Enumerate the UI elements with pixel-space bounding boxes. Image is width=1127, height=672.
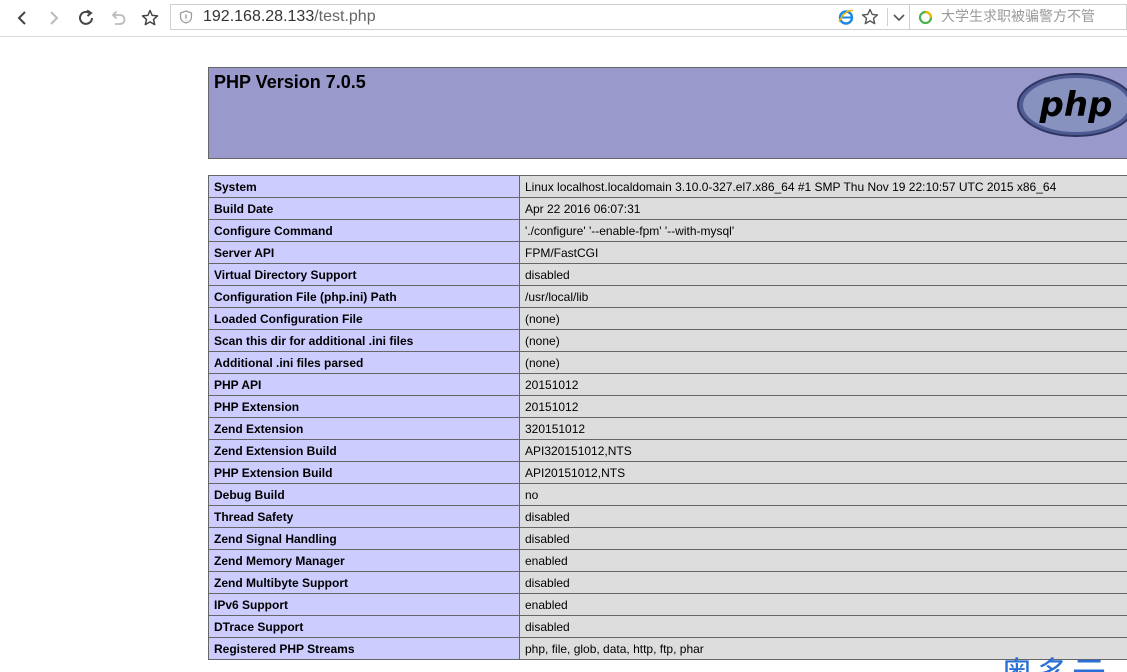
ie-compat-icon[interactable] bbox=[837, 8, 855, 26]
info-value: disabled bbox=[519, 571, 1127, 594]
info-value: disabled bbox=[519, 263, 1127, 286]
info-key: Zend Multibyte Support bbox=[208, 571, 520, 594]
table-row: Server API FPM/FastCGI bbox=[208, 241, 1127, 264]
security-shield-icon bbox=[179, 10, 193, 24]
undo-icon[interactable] bbox=[106, 6, 130, 30]
search-engine-icon bbox=[918, 10, 933, 25]
bookmark-star-icon[interactable] bbox=[138, 6, 162, 30]
table-row: Configure Command './configure' '--enable… bbox=[208, 219, 1127, 242]
info-key: Zend Extension bbox=[208, 417, 520, 440]
address-divider bbox=[887, 8, 888, 26]
info-key: PHP Extension bbox=[208, 395, 520, 418]
info-value: disabled bbox=[519, 615, 1127, 638]
info-value: API20151012,NTS bbox=[519, 461, 1127, 484]
info-value: 20151012 bbox=[519, 395, 1127, 418]
table-row: IPv6 Support enabled bbox=[208, 593, 1127, 616]
info-key: Configure Command bbox=[208, 219, 520, 242]
php-info-table: System Linux localhost.localdomain 3.10.0… bbox=[208, 175, 1127, 660]
info-key: PHP API bbox=[208, 373, 520, 396]
info-value: Linux localhost.localdomain 3.10.0-327.e… bbox=[519, 175, 1127, 198]
php-logo-text: php bbox=[1039, 85, 1113, 125]
info-value: 20151012 bbox=[519, 373, 1127, 396]
info-value: (none) bbox=[519, 307, 1127, 330]
table-row: Scan this dir for additional .ini files(… bbox=[208, 329, 1127, 352]
info-value: disabled bbox=[519, 527, 1127, 550]
info-key: Loaded Configuration File bbox=[208, 307, 520, 330]
table-row: Zend Memory Manager enabled bbox=[208, 549, 1127, 572]
info-key: Virtual Directory Support bbox=[208, 263, 520, 286]
table-row: PHP Extension 20151012 bbox=[208, 395, 1127, 418]
info-value: (none) bbox=[519, 351, 1127, 374]
table-row: PHP API 20151012 bbox=[208, 373, 1127, 396]
page-title: PHP Version 7.0.5 bbox=[214, 72, 366, 92]
info-key: System bbox=[208, 175, 520, 198]
info-value: enabled bbox=[519, 593, 1127, 616]
info-key: Zend Signal Handling bbox=[208, 527, 520, 550]
table-row: Configuration File (php.ini) Path/usr/lo… bbox=[208, 285, 1127, 308]
page-content: PHP Version 7.0.5 php System Linux localh… bbox=[0, 37, 1127, 672]
watermark: 奥多云 bbox=[1000, 655, 1108, 672]
info-value: Apr 22 2016 06:07:31 bbox=[519, 197, 1127, 220]
info-key: Thread Safety bbox=[208, 505, 520, 528]
search-input[interactable]: 大学生求职被骗警方不管 bbox=[941, 9, 1095, 25]
info-value: (none) bbox=[519, 329, 1127, 352]
info-value: disabled bbox=[519, 505, 1127, 528]
info-value: 320151012 bbox=[519, 417, 1127, 440]
back-icon[interactable] bbox=[10, 6, 34, 30]
address-bar[interactable]: 192.168.28.133/test.php bbox=[170, 4, 910, 30]
url-path: /test.php bbox=[314, 8, 376, 25]
table-row: Registered PHP Streams php, file, glob, d… bbox=[208, 637, 1127, 660]
info-value: enabled bbox=[519, 549, 1127, 572]
info-value: './configure' '--enable-fpm' '--with-mys… bbox=[519, 219, 1127, 242]
table-row: Debug Build no bbox=[208, 483, 1127, 506]
table-row: Build Date Apr 22 2016 06:07:31 bbox=[208, 197, 1127, 220]
table-row: Loaded Configuration File (none) bbox=[208, 307, 1127, 330]
php-logo: php bbox=[1017, 73, 1127, 137]
info-key: Additional .ini files parsed bbox=[208, 351, 520, 374]
table-row: Thread Safety disabled bbox=[208, 505, 1127, 528]
info-key: IPv6 Support bbox=[208, 593, 520, 616]
table-row: Additional .ini files parsed (none) bbox=[208, 351, 1127, 374]
info-key: Debug Build bbox=[208, 483, 520, 506]
table-row: DTrace Support disabled bbox=[208, 615, 1127, 638]
table-row: Zend Multibyte Support disabled bbox=[208, 571, 1127, 594]
info-key: Registered PHP Streams bbox=[208, 637, 520, 660]
info-value: API320151012,NTS bbox=[519, 439, 1127, 462]
info-key: PHP Extension Build bbox=[208, 461, 520, 484]
info-key: Scan this dir for additional .ini files bbox=[208, 329, 520, 352]
refresh-icon[interactable] bbox=[74, 6, 98, 30]
table-row: PHP Extension Build API20151012,NTS bbox=[208, 461, 1127, 484]
table-row: Virtual Directory Support disabled bbox=[208, 263, 1127, 286]
info-key: Zend Extension Build bbox=[208, 439, 520, 462]
dropdown-icon[interactable] bbox=[891, 9, 907, 25]
table-row: System Linux localhost.localdomain 3.10.0… bbox=[208, 175, 1127, 198]
search-box[interactable]: 大学生求职被骗警方不管 bbox=[910, 4, 1127, 30]
info-key: DTrace Support bbox=[208, 615, 520, 638]
url-host: 192.168.28.133 bbox=[203, 8, 315, 25]
info-key: Zend Memory Manager bbox=[208, 549, 520, 572]
favorite-star-icon[interactable] bbox=[861, 8, 879, 26]
php-version-header: PHP Version 7.0.5 php bbox=[208, 67, 1127, 159]
info-key: Server API bbox=[208, 241, 520, 264]
table-row: Zend Signal Handling disabled bbox=[208, 527, 1127, 550]
info-key: Build Date bbox=[208, 197, 520, 220]
url-text[interactable]: 192.168.28.133/test.php bbox=[203, 8, 376, 26]
forward-icon[interactable] bbox=[42, 6, 66, 30]
browser-toolbar: 192.168.28.133/test.php 大学生求职被骗警方不管 bbox=[0, 0, 1127, 37]
table-row: Zend Extension Build API320151012,NTS bbox=[208, 439, 1127, 462]
table-row: Zend Extension 320151012 bbox=[208, 417, 1127, 440]
info-key: Configuration File (php.ini) Path bbox=[208, 285, 520, 308]
info-value: no bbox=[519, 483, 1127, 506]
info-value: /usr/local/lib bbox=[519, 285, 1127, 308]
info-value: FPM/FastCGI bbox=[519, 241, 1127, 264]
